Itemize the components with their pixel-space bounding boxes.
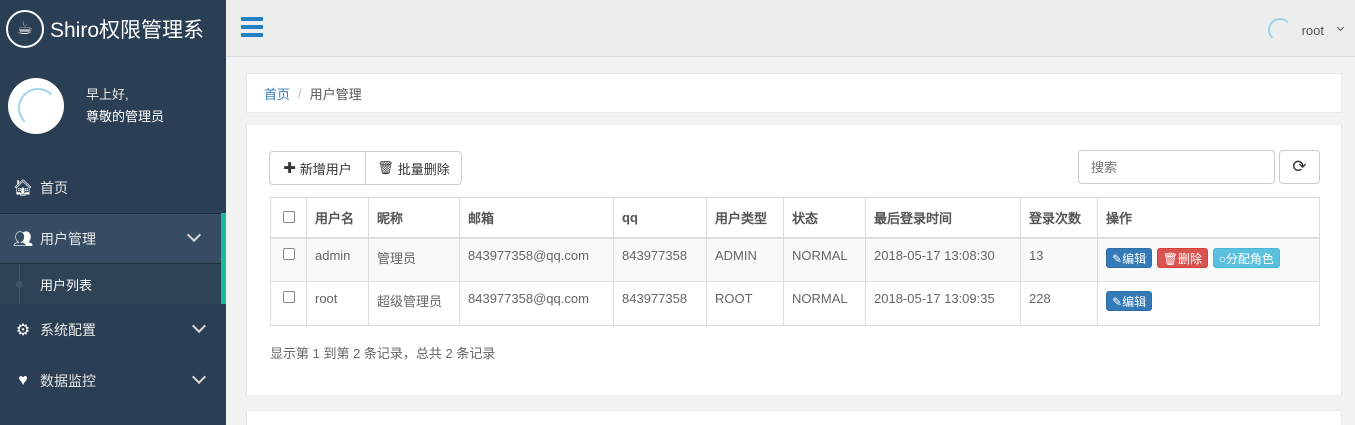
- cell-nickname: 超级管理员: [368, 281, 460, 326]
- cell-qq: 843977358: [613, 237, 707, 282]
- refresh-button[interactable]: ⟳: [1279, 150, 1320, 184]
- profile-greeting: 早上好,: [86, 87, 129, 102]
- edit-button[interactable]: ✎编辑: [1106, 247, 1153, 268]
- cell-last-login: 2018-05-17 13:08:30: [865, 237, 1021, 282]
- column-header[interactable]: 邮箱: [459, 197, 614, 239]
- sidebar: ☕ Shiro权限管理系 早上好, 尊敬的管理员 🏠︎ 首页 👥︎ 用户管理 用…: [0, 0, 226, 425]
- sidebar-item-label: 数据监控: [40, 372, 96, 389]
- column-header[interactable]: 用户名: [306, 197, 369, 239]
- toolbar: ✚ 新增用户 🗑︎ 批量删除: [269, 151, 462, 185]
- sidebar-item-label: 首页: [40, 179, 68, 196]
- sidebar-menu: 🏠︎ 首页 👥︎ 用户管理 用户列表 ⚙︎ 系统配置 ♥︎ 数据监控: [0, 162, 226, 406]
- sidebar-item-user-management[interactable]: 👥︎ 用户管理: [0, 213, 226, 264]
- cell-login-count: 228: [1020, 281, 1098, 326]
- select-all-checkbox[interactable]: [283, 211, 295, 224]
- cell-actions: ✎编辑 🗑︎删除 ○分配角色: [1097, 237, 1320, 282]
- sidebar-item-system-config[interactable]: ⚙︎ 系统配置: [0, 304, 226, 355]
- cell-email: 843977358@qq.com: [459, 237, 614, 282]
- batch-delete-label: 批量删除: [397, 161, 450, 177]
- home-icon: 🏠︎: [12, 179, 34, 197]
- edit-icon: ✎: [1112, 295, 1123, 309]
- cell-actions: ✎编辑: [1097, 281, 1320, 326]
- chevron-down-icon: [186, 227, 202, 243]
- assign-role-label: 分配角色: [1225, 251, 1274, 266]
- cell-username: admin: [306, 237, 369, 282]
- chevron-down-icon: [191, 318, 207, 334]
- heartbeat-icon: ♥︎: [18, 371, 28, 389]
- column-header[interactable]: 登录次数: [1020, 197, 1098, 239]
- batch-delete-button[interactable]: 🗑︎ 批量删除: [366, 151, 462, 185]
- gears-icon: ⚙︎: [15, 321, 31, 339]
- breadcrumb-separator: /: [298, 85, 302, 101]
- menu-toggle-icon[interactable]: [241, 17, 263, 37]
- plus-icon: ✚: [283, 160, 296, 177]
- delete-button[interactable]: 🗑︎删除: [1156, 247, 1208, 268]
- profile: 早上好, 尊敬的管理员: [0, 57, 226, 155]
- breadcrumb-current: 用户管理: [309, 86, 362, 102]
- top-navbar: root: [226, 0, 1355, 57]
- trash-icon: 🗑︎: [1162, 251, 1178, 266]
- profile-name: 尊敬的管理员: [86, 109, 165, 124]
- trash-icon: 🗑︎: [377, 160, 394, 175]
- row-checkbox[interactable]: [283, 291, 295, 303]
- coffee-cup-icon: ☕: [6, 9, 44, 48]
- column-header[interactable]: 状态: [783, 197, 866, 239]
- refresh-icon: ⟳: [1292, 157, 1307, 176]
- table-row: root 超级管理员 843977358@qq.com 843977358 RO…: [270, 281, 1320, 326]
- cell-last-login: 2018-05-17 13:09:35: [865, 281, 1021, 326]
- table-header-row: 用户名 昵称 邮箱 qq 用户类型 状态 最后登录时间 登录次数 操作: [270, 197, 1320, 239]
- add-user-label: 新增用户: [299, 161, 352, 177]
- select-all-cell: [270, 197, 307, 239]
- cell-type: ADMIN: [706, 237, 784, 282]
- brand[interactable]: ☕ Shiro权限管理系: [0, 0, 226, 57]
- edit-label: 编辑: [1122, 251, 1147, 266]
- cell-username: root: [306, 281, 369, 326]
- user-dropdown[interactable]: root: [1267, 18, 1345, 42]
- sidebar-subitem-user-list[interactable]: 用户列表: [0, 264, 226, 304]
- cell-email: 843977358@qq.com: [459, 281, 614, 326]
- cell-nickname: 管理员: [368, 237, 460, 282]
- cell-status: NORMAL: [783, 281, 866, 326]
- bottom-panel: [246, 410, 1342, 425]
- assign-role-button[interactable]: ○分配角色: [1212, 247, 1280, 268]
- edit-button[interactable]: ✎编辑: [1106, 291, 1153, 311]
- user-name: root: [1301, 22, 1324, 38]
- add-user-button[interactable]: ✚ 新增用户: [269, 151, 366, 185]
- cell-qq: 843977358: [613, 281, 707, 326]
- column-header[interactable]: 用户类型: [706, 197, 784, 239]
- user-avatar: [1267, 18, 1292, 42]
- edit-label: 编辑: [1122, 295, 1147, 309]
- sidebar-subitem-label: 用户列表: [40, 277, 93, 293]
- edit-icon: ✎: [1112, 251, 1123, 266]
- sidebar-item-data-monitor[interactable]: ♥︎ 数据监控: [0, 355, 226, 406]
- breadcrumb: 首页 / 用户管理: [246, 73, 1342, 113]
- users-icon: 👥︎: [12, 230, 34, 248]
- column-header[interactable]: qq: [613, 197, 707, 239]
- pagination-summary: 显示第 1 到第 2 条记录，总共 2 条记录: [270, 346, 496, 361]
- column-header: 操作: [1097, 197, 1320, 239]
- table-row: admin 管理员 843977358@qq.com 843977358 ADM…: [270, 237, 1320, 282]
- brand-title: Shiro权限管理系: [50, 18, 205, 42]
- delete-label: 删除: [1177, 251, 1202, 266]
- breadcrumb-home-link[interactable]: 首页: [264, 84, 290, 103]
- sidebar-item-home[interactable]: 🏠︎ 首页: [0, 162, 226, 213]
- column-header[interactable]: 最后登录时间: [865, 197, 1021, 239]
- avatar: [8, 78, 64, 134]
- cell-login-count: 13: [1020, 237, 1098, 282]
- chevron-down-icon: [191, 369, 207, 385]
- search-input[interactable]: [1078, 150, 1275, 184]
- cell-status: NORMAL: [783, 237, 866, 282]
- sidebar-item-label: 系统配置: [40, 321, 96, 338]
- user-table-panel: ✚ 新增用户 🗑︎ 批量删除 ⟳ 用户名 昵称 邮箱 qq 用户类型 状态 最后…: [246, 124, 1342, 396]
- user-table: 用户名 昵称 邮箱 qq 用户类型 状态 最后登录时间 登录次数 操作 admi…: [270, 197, 1320, 326]
- chevron-down-icon: [1336, 23, 1345, 31]
- sidebar-item-label: 用户管理: [40, 230, 96, 247]
- circle-icon: ○: [1218, 251, 1226, 266]
- column-header[interactable]: 昵称: [368, 197, 460, 239]
- row-checkbox[interactable]: [283, 247, 295, 260]
- cell-type: ROOT: [706, 281, 784, 326]
